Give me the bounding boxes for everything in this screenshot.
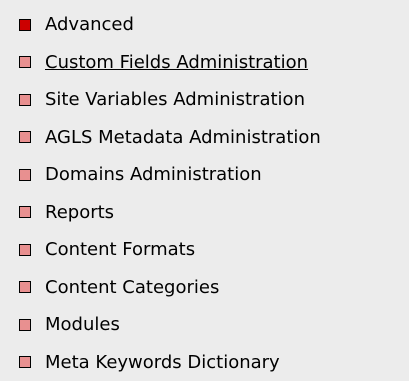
menu-item-label[interactable]: Content Categories bbox=[45, 277, 219, 298]
menu-item-label[interactable]: Custom Fields Administration bbox=[45, 52, 308, 73]
menu-item-label[interactable]: Domains Administration bbox=[45, 164, 262, 185]
square-bullet-icon bbox=[19, 93, 31, 106]
menu-item-label[interactable]: Modules bbox=[45, 314, 120, 335]
menu-item-label[interactable]: Reports bbox=[45, 202, 114, 223]
menu-item-site-variables-administration[interactable]: Site Variables Administration bbox=[19, 81, 409, 119]
square-bullet-icon bbox=[19, 356, 31, 369]
square-bullet-icon bbox=[19, 281, 31, 294]
menu-item-label[interactable]: AGLS Metadata Administration bbox=[45, 127, 321, 148]
square-bullet-icon bbox=[19, 243, 31, 256]
menu-item-reports[interactable]: Reports bbox=[19, 194, 409, 232]
square-bullet-icon bbox=[19, 318, 31, 331]
menu-item-label[interactable]: Advanced bbox=[45, 14, 134, 35]
menu-item-custom-fields-administration[interactable]: Custom Fields Administration bbox=[19, 44, 409, 82]
menu-item-meta-keywords-dictionary[interactable]: Meta Keywords Dictionary bbox=[19, 344, 409, 381]
square-bullet-icon bbox=[19, 131, 31, 144]
menu-item-modules[interactable]: Modules bbox=[19, 306, 409, 344]
square-bullet-icon bbox=[19, 206, 31, 219]
square-bullet-icon bbox=[19, 18, 31, 31]
menu-item-agls-metadata-administration[interactable]: AGLS Metadata Administration bbox=[19, 119, 409, 157]
admin-menu: Advanced Custom Fields Administration Si… bbox=[0, 0, 409, 381]
menu-item-label[interactable]: Site Variables Administration bbox=[45, 89, 305, 110]
square-bullet-icon bbox=[19, 56, 31, 69]
square-bullet-icon bbox=[19, 168, 31, 181]
menu-item-label[interactable]: Content Formats bbox=[45, 239, 195, 260]
menu-item-advanced[interactable]: Advanced bbox=[19, 6, 409, 44]
menu-item-content-formats[interactable]: Content Formats bbox=[19, 231, 409, 269]
menu-item-content-categories[interactable]: Content Categories bbox=[19, 269, 409, 307]
menu-item-domains-administration[interactable]: Domains Administration bbox=[19, 156, 409, 194]
menu-item-label[interactable]: Meta Keywords Dictionary bbox=[45, 352, 280, 373]
